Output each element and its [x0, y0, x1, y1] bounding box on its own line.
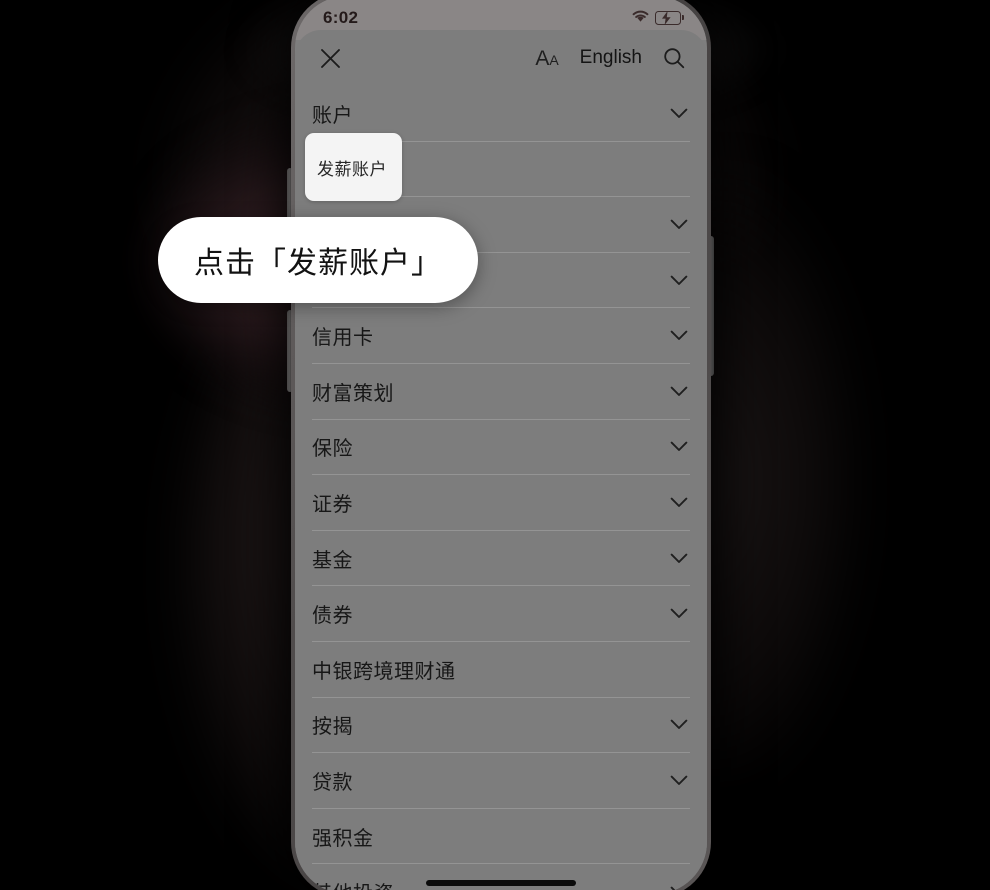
home-indicator	[426, 880, 576, 886]
menu-row[interactable]: 中银跨境理财通	[312, 642, 690, 698]
header-actions: AA English	[535, 47, 685, 69]
menu-row[interactable]: 信用卡	[312, 308, 690, 364]
chevron-down-icon	[668, 775, 690, 786]
close-icon[interactable]	[315, 43, 345, 73]
menu-row-label: 按揭	[312, 716, 353, 739]
menu-row[interactable]: 基金	[312, 531, 690, 587]
menu-row-label: 信用卡	[312, 327, 374, 350]
menu-row-label: 保险	[312, 438, 353, 461]
menu-row-label: 财富策划	[312, 382, 394, 405]
status-bar-indicators	[631, 8, 684, 28]
instruction-callout-text: 点击「发薪账户」	[194, 247, 442, 280]
menu-row[interactable]: 按揭	[312, 698, 690, 754]
chevron-down-icon	[668, 108, 690, 119]
menu-list: 账户信用卡财富策划保险证券基金债券中银跨境理财通按揭贷款强积金其他投资	[295, 86, 707, 890]
chevron-down-icon	[668, 719, 690, 730]
highlighted-menu-item-payroll-account[interactable]: 发薪账户	[305, 133, 402, 201]
menu-row[interactable]: 财富策划	[312, 364, 690, 420]
wifi-icon	[631, 8, 650, 28]
menu-row-label: 证券	[312, 493, 353, 516]
font-size-button[interactable]: AA	[535, 48, 558, 69]
app-header: AA English	[295, 30, 707, 86]
menu-row[interactable]: 保险	[312, 420, 690, 476]
font-size-label-large: A	[535, 46, 550, 70]
chevron-down-icon	[668, 386, 690, 397]
menu-row[interactable]: 债券	[312, 586, 690, 642]
battery-charging-icon	[655, 11, 684, 25]
chevron-down-icon	[668, 219, 690, 230]
search-icon[interactable]	[663, 47, 685, 69]
chevron-down-icon	[668, 497, 690, 508]
menu-row-label: 基金	[312, 549, 353, 572]
chevron-down-icon	[668, 441, 690, 452]
highlighted-menu-item-label: 发薪账户	[317, 159, 387, 179]
menu-row-label: 债券	[312, 605, 353, 628]
status-bar-time: 6:02	[323, 8, 359, 27]
menu-row-label: 中银跨境理财通	[312, 660, 456, 683]
menu-row-label: 账户	[312, 104, 353, 127]
chevron-down-icon	[668, 553, 690, 564]
menu-row-label: 贷款	[312, 771, 353, 794]
language-toggle-button[interactable]: English	[580, 47, 642, 69]
instruction-callout: 点击「发薪账户」	[158, 217, 478, 303]
menu-row[interactable]: 强积金	[312, 809, 690, 865]
chevron-down-icon	[668, 608, 690, 619]
menu-row[interactable]: 贷款	[312, 753, 690, 809]
chevron-down-icon	[668, 886, 690, 890]
chevron-down-icon	[668, 275, 690, 286]
font-size-label-small: A	[549, 51, 559, 68]
chevron-down-icon	[668, 330, 690, 341]
menu-row[interactable]: 证券	[312, 475, 690, 531]
menu-row[interactable]: 其他投资	[312, 864, 690, 890]
screenshot-stage: 6:02 A A English 账户 信用卡 财富策划 保险 证券 基金 债券…	[0, 0, 990, 890]
menu-row-label: 强积金	[312, 827, 374, 850]
